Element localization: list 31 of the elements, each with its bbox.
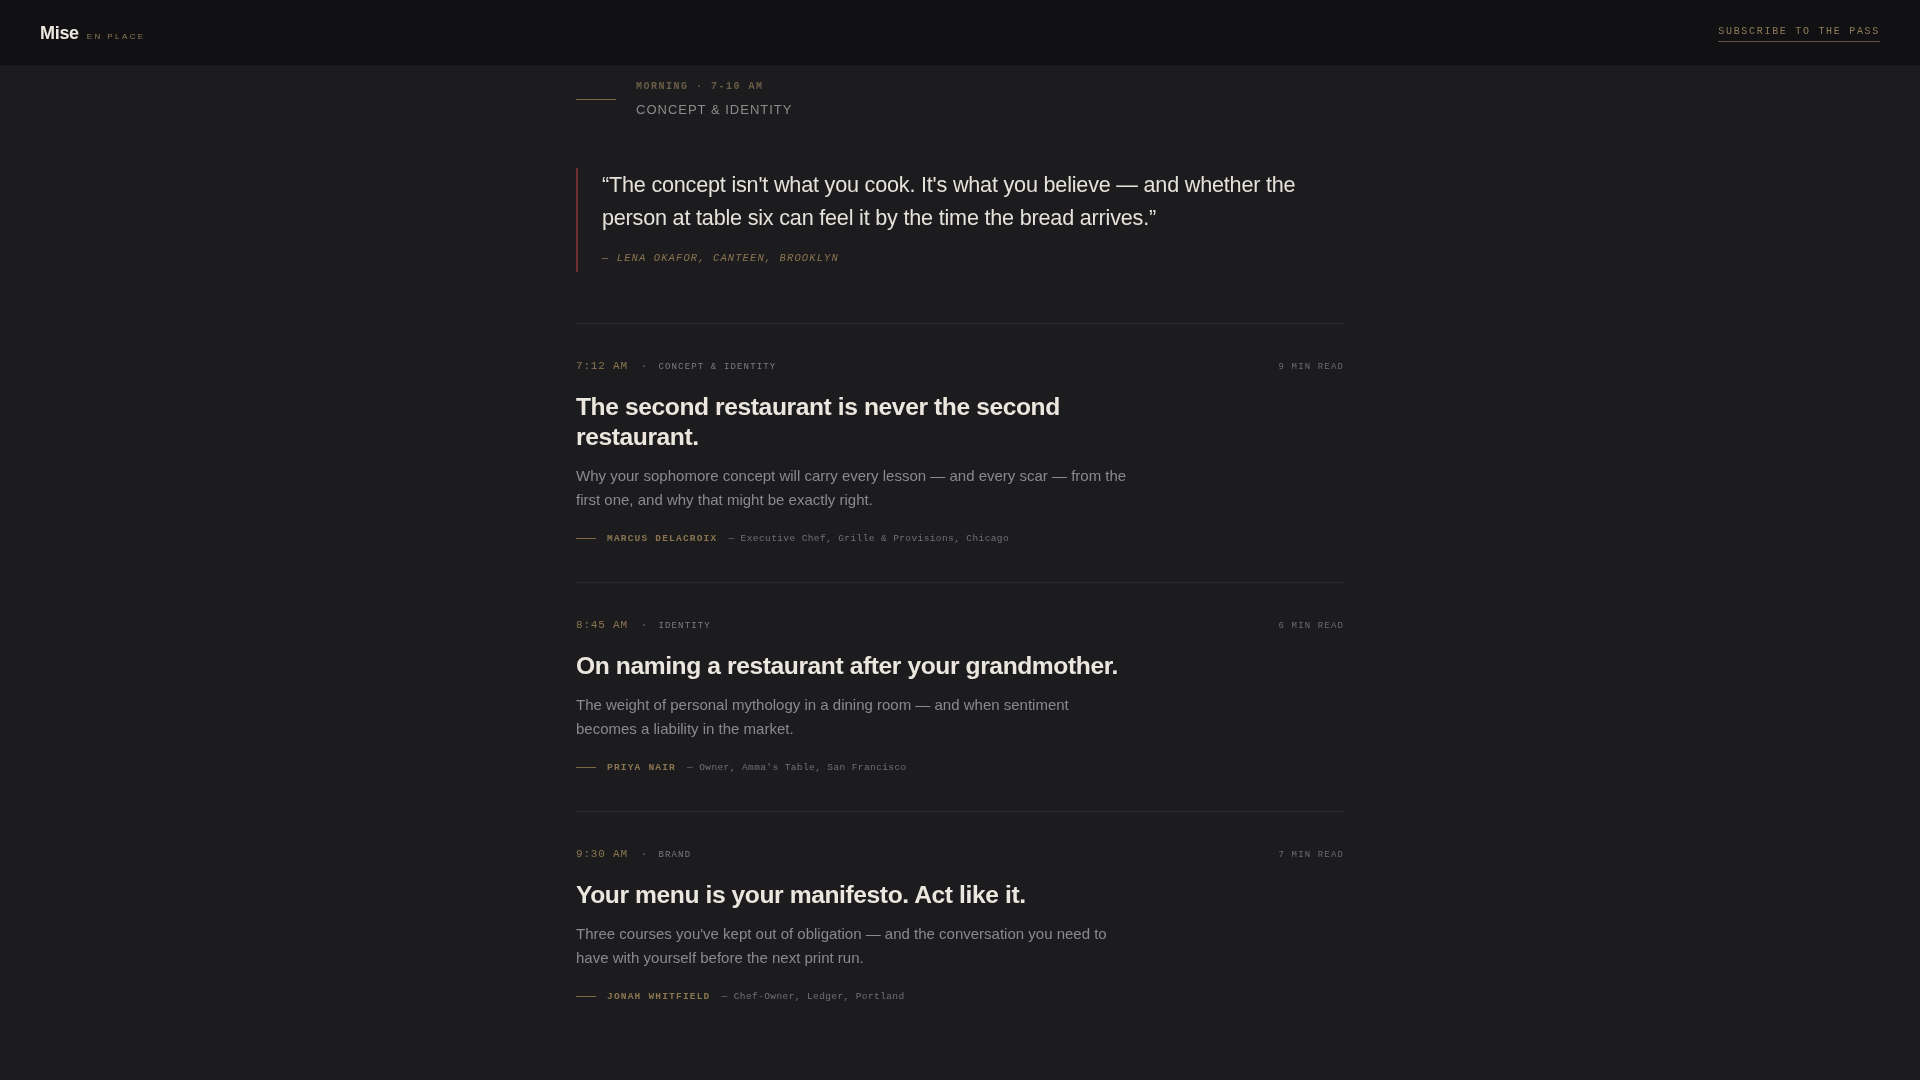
read-time: 7 MIN READ — [1278, 850, 1344, 860]
meta-separator: · — [640, 848, 648, 860]
article-time: 7:12 AM — [576, 360, 628, 372]
article-title[interactable]: Your menu is your manifesto. Act like it. — [576, 880, 1136, 910]
site-logo[interactable]: Mise — [40, 23, 79, 44]
article-category[interactable]: CONCEPT & IDENTITY — [658, 362, 777, 372]
logo-tagline: EN PLACE — [86, 32, 146, 41]
article-time: 8:45 AM — [576, 619, 628, 631]
article-category[interactable]: BRAND — [658, 850, 692, 860]
meta-separator: · — [640, 619, 648, 631]
quote-text: “The concept isn't what you cook. It's what you believe — and whether the person at table six can feel it by the time the bread arrives.” — [602, 171, 1297, 232]
article-title[interactable]: The second restaurant is never the second restaurant. — [576, 392, 1136, 452]
article-summary: Three courses you've kept out of obligation — and the conversation you need to have with yourself before the next print run. — [576, 924, 1108, 968]
article-summary: Why your sophomore concept will carry every lesson — and every scar — from the first one, and why that might be exactly right. — [576, 466, 1128, 510]
author-name[interactable]: PRIYA NAIR — [607, 762, 676, 773]
author-role: — Executive Chef, Grille & Provisions, Chicago — [728, 533, 1010, 544]
read-time: 9 MIN READ — [1278, 362, 1344, 372]
subscribe-link[interactable]: SUBSCRIBE TO THE PASS — [1718, 25, 1880, 42]
article-time: 9:30 AM — [576, 848, 628, 860]
section-title: CONCEPT & IDENTITY — [636, 102, 793, 117]
author-role: — Chef-Owner, Ledger, Portland — [721, 991, 905, 1002]
section-time-label: MORNING · 7-10 AM — [636, 81, 765, 92]
author-name[interactable]: JONAH WHITFIELD — [607, 991, 711, 1002]
author-name[interactable]: MARCUS DELACROIX — [607, 533, 718, 544]
article-summary: The weight of personal mythology in a dining room — and when sentiment becomes a liability in the market. — [576, 695, 1070, 739]
author-role: — Owner, Amma's Table, San Francisco — [687, 762, 907, 773]
read-time: 6 MIN READ — [1278, 621, 1344, 631]
article-title[interactable]: On naming a restaurant after your grandmother. — [576, 651, 1136, 681]
article-category[interactable]: IDENTITY — [658, 621, 711, 631]
quote-attribution: — LENA OKAFOR, CANTEEN, BROOKLYN — [602, 252, 840, 264]
meta-separator: · — [640, 360, 648, 372]
